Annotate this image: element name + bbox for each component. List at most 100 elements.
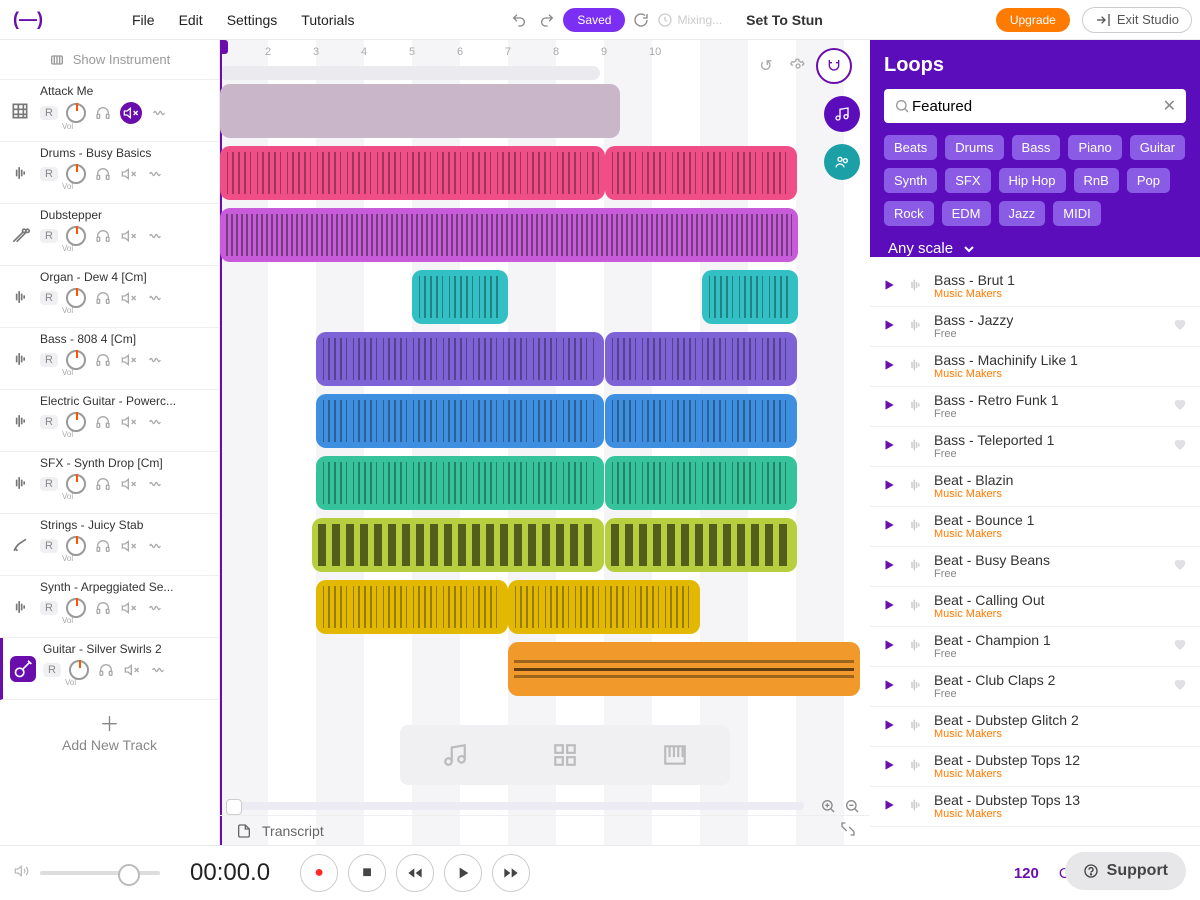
- menu-edit[interactable]: Edit: [179, 12, 203, 28]
- track-arm-button[interactable]: R: [40, 229, 58, 243]
- track-row[interactable]: Guitar - Silver Swirls 2 R Vol: [0, 638, 219, 700]
- loop-item[interactable]: Bass - Brut 1 Music Makers: [870, 267, 1200, 307]
- track-row[interactable]: Bass - 808 4 [Cm] R Vol: [0, 328, 219, 390]
- track-fx-icon[interactable]: [146, 351, 164, 369]
- category-chip[interactable]: Drums: [945, 135, 1003, 160]
- category-chip[interactable]: Jazz: [999, 201, 1046, 226]
- audio-clip[interactable]: [316, 332, 604, 386]
- loop-play-icon[interactable]: [882, 718, 896, 735]
- track-mute-icon[interactable]: [120, 537, 138, 555]
- category-chip[interactable]: Bass: [1012, 135, 1061, 160]
- track-arm-button[interactable]: R: [40, 167, 58, 181]
- track-solo-icon[interactable]: [94, 227, 112, 245]
- loop-play-icon[interactable]: [882, 478, 896, 495]
- loop-item[interactable]: Bass - Retro Funk 1 Free: [870, 387, 1200, 427]
- favorite-icon[interactable]: [1172, 436, 1188, 457]
- favorite-icon[interactable]: [1172, 316, 1188, 337]
- tempo[interactable]: 120: [1014, 865, 1039, 882]
- track-solo-icon[interactable]: [94, 289, 112, 307]
- project-title[interactable]: Set To Stun: [746, 12, 823, 28]
- track-fx-icon[interactable]: [146, 475, 164, 493]
- show-instrument-button[interactable]: Show Instrument: [0, 40, 219, 80]
- track-solo-icon[interactable]: [94, 351, 112, 369]
- track-volume-knob[interactable]: [66, 288, 86, 308]
- audio-clip[interactable]: [605, 394, 797, 448]
- transcript-bar[interactable]: Transcript: [220, 815, 870, 845]
- category-chip[interactable]: Synth: [884, 168, 937, 193]
- rewind-button[interactable]: [396, 854, 434, 892]
- loop-item[interactable]: Beat - Bounce 1 Music Makers: [870, 507, 1200, 547]
- loop-item[interactable]: Bass - Machinify Like 1 Music Makers: [870, 347, 1200, 387]
- arranger-settings-icon[interactable]: [786, 54, 810, 78]
- loop-play-icon[interactable]: [882, 678, 896, 695]
- track-arm-button[interactable]: R: [40, 415, 58, 429]
- loop-item[interactable]: Beat - Club Claps 2 Free: [870, 667, 1200, 707]
- audio-clip[interactable]: [316, 394, 604, 448]
- loop-item[interactable]: Beat - Calling Out Music Makers: [870, 587, 1200, 627]
- stop-button[interactable]: ■: [348, 854, 386, 892]
- track-mute-icon[interactable]: [120, 102, 142, 124]
- loop-play-icon[interactable]: [882, 438, 896, 455]
- track-arm-button[interactable]: R: [40, 353, 58, 367]
- track-fx-icon[interactable]: [146, 227, 164, 245]
- loop-play-icon[interactable]: [882, 518, 896, 535]
- audio-clip[interactable]: [220, 84, 620, 138]
- track-arm-button[interactable]: R: [40, 477, 58, 491]
- loop-item[interactable]: Beat - Dubstep Glitch 2 Music Makers: [870, 707, 1200, 747]
- favorite-icon[interactable]: [1172, 396, 1188, 417]
- menu-file[interactable]: File: [132, 12, 155, 28]
- track-solo-icon[interactable]: [94, 104, 112, 122]
- expand-icon[interactable]: [840, 821, 856, 840]
- loop-play-icon[interactable]: [882, 558, 896, 575]
- loop-play-icon[interactable]: [882, 278, 896, 295]
- track-volume-knob[interactable]: [66, 350, 86, 370]
- track-solo-icon[interactable]: [94, 599, 112, 617]
- track-arm-button[interactable]: R: [40, 601, 58, 615]
- track-row[interactable]: Dubstepper R Vol: [0, 204, 219, 266]
- audio-clip[interactable]: [605, 332, 797, 386]
- track-solo-icon[interactable]: [94, 475, 112, 493]
- audio-clip[interactable]: [508, 580, 700, 634]
- track-volume-knob[interactable]: [66, 412, 86, 432]
- track-arm-button[interactable]: R: [40, 291, 58, 305]
- track-row[interactable]: Electric Guitar - Powerc... R Vol: [0, 390, 219, 452]
- clear-search-icon[interactable]: ✕: [1163, 96, 1176, 116]
- loop-item[interactable]: Beat - Champion 1 Free: [870, 627, 1200, 667]
- track-volume-knob[interactable]: [66, 536, 86, 556]
- arranger-revert-icon[interactable]: ↺: [754, 54, 778, 78]
- loop-item[interactable]: Beat - Blazin Music Makers: [870, 467, 1200, 507]
- loop-item[interactable]: Beat - Dubstep Tops 13 Music Makers: [870, 787, 1200, 827]
- track-mute-icon[interactable]: [120, 475, 138, 493]
- play-button[interactable]: [444, 854, 482, 892]
- category-chip[interactable]: MIDI: [1053, 201, 1100, 226]
- loop-play-icon[interactable]: [882, 598, 896, 615]
- track-arm-button[interactable]: R: [40, 539, 58, 553]
- loop-item[interactable]: Beat - Busy Beans Free: [870, 547, 1200, 587]
- exit-studio-button[interactable]: Exit Studio: [1082, 7, 1192, 33]
- category-chip[interactable]: Beats: [884, 135, 937, 160]
- loops-search-input[interactable]: [910, 97, 1163, 116]
- track-fx-icon[interactable]: [146, 413, 164, 431]
- category-chip[interactable]: Hip Hop: [999, 168, 1066, 193]
- category-chip[interactable]: Rock: [884, 201, 934, 226]
- track-mute-icon[interactable]: [120, 413, 138, 431]
- audio-clip[interactable]: [605, 518, 797, 572]
- track-mute-icon[interactable]: [120, 599, 138, 617]
- category-chip[interactable]: EDM: [942, 201, 991, 226]
- support-button[interactable]: Support: [1065, 852, 1186, 890]
- ruler-selection[interactable]: [220, 66, 600, 80]
- track-row[interactable]: Drums - Busy Basics R Vol: [0, 142, 219, 204]
- favorite-icon[interactable]: [1172, 676, 1188, 697]
- add-track-button[interactable]: ＋ Add New Track: [0, 700, 219, 760]
- track-fx-icon[interactable]: [146, 165, 164, 183]
- track-fx-icon[interactable]: [146, 537, 164, 555]
- collaborators-button[interactable]: [824, 144, 860, 180]
- track-solo-icon[interactable]: [94, 537, 112, 555]
- track-fx-icon[interactable]: [146, 289, 164, 307]
- track-volume-knob[interactable]: [66, 474, 86, 494]
- track-row[interactable]: Attack Me R Vol: [0, 80, 219, 142]
- audio-clip[interactable]: [702, 270, 798, 324]
- track-fx-icon[interactable]: [149, 661, 167, 679]
- loop-play-icon[interactable]: [882, 758, 896, 775]
- track-row[interactable]: Organ - Dew 4 [Cm] R Vol: [0, 266, 219, 328]
